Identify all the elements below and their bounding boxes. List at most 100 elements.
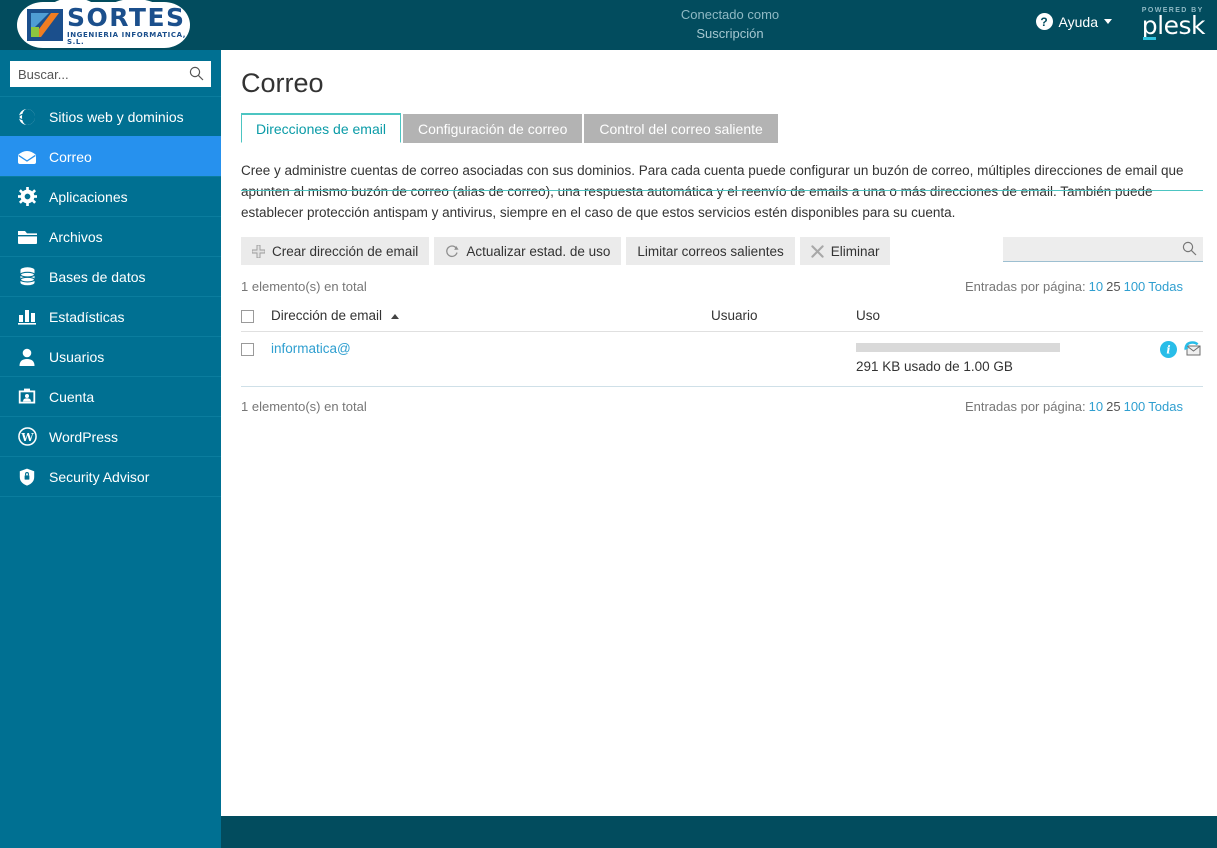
page-title: Correo [241,68,324,98]
button-label: Actualizar estad. de uso [466,243,611,259]
select-all-header [241,302,271,332]
total-count-label: 1 elemento(s) en total [241,279,367,294]
shield-icon [16,466,38,488]
row-usage-cell: 291 KB usado de 1.00 GB [856,331,1146,387]
sidebar-item-correo[interactable]: Correo [0,136,221,177]
page-description: Cree y administre cuentas de correo asoc… [241,163,1184,220]
tab-bar: Direcciones de email Configuración de co… [241,113,1217,143]
info-icon[interactable]: i [1160,341,1177,358]
per-page-10[interactable]: 10 [1089,399,1103,414]
refresh-icon [445,244,459,258]
sidebar-item-label: Usuarios [49,348,105,365]
sidebar-item-label: Correo [49,148,92,165]
help-menu[interactable]: ? Ayuda [1035,13,1112,30]
sidebar-item-label: Sitios web y dominios [49,108,184,125]
brand-name: SORTES [67,2,186,32]
action-toolbar: Crear dirección de email Actualizar esta… [241,237,1217,265]
column-label: Uso [856,308,881,323]
plesk-app-window: SORTES INGENIERIA INFORMATICA, S.L. Cone… [0,0,1217,848]
entries-per-page-top: Entradas por página: 10 25 100 Todas [965,279,1183,294]
tab-configuracion-de-correo[interactable]: Configuración de correo [402,114,583,143]
database-icon [16,266,38,288]
column-label: Usuario [711,308,758,323]
gear-icon [16,186,38,208]
main-content: Correo Direcciones de email Configuració… [221,50,1217,816]
envelope-icon [16,146,38,168]
tab-control-del-correo-saliente[interactable]: Control del correo saliente [584,114,778,143]
email-address-link[interactable]: informatica@ [271,341,351,356]
help-label: Ayuda [1058,13,1098,30]
help-question-icon: ? [1035,13,1053,30]
tab-label: Direcciones de email [256,120,386,137]
per-page-100[interactable]: 100 [1124,279,1146,294]
usage-text: 291 KB usado de 1.00 GB [856,359,1013,374]
per-page-100[interactable]: 100 [1124,399,1146,414]
row-address-cell: informatica@ [271,331,711,387]
sidebar-item-sitios-web-y-dominios[interactable]: Sitios web y dominios [0,96,221,137]
update-usage-stats-button[interactable]: Actualizar estad. de uso [434,237,622,265]
sidebar-item-security-advisor[interactable]: Security Advisor [0,456,221,497]
select-all-checkbox[interactable] [241,309,254,323]
column-header-user[interactable]: Usuario [711,302,856,332]
sort-asc-icon [390,313,399,319]
sidebar-item-label: Archivos [49,228,103,245]
connected-label: Conectado como [680,7,780,22]
button-label: Crear dirección de email [272,243,419,259]
sidebar-item-wordpress[interactable]: W WordPress [0,416,221,457]
table-row: informatica@ 291 KB usado de 1.00 GB i [241,331,1203,387]
plesk-wordmark: plesk [1141,11,1206,40]
search-input[interactable] [10,61,211,87]
plesk-logo[interactable]: POWERED BY plesk [1141,7,1206,40]
delete-button[interactable]: Eliminar [799,237,891,265]
webmail-icon[interactable] [1184,341,1203,358]
brand-subtitle: INGENIERIA INFORMATICA, S.L. [67,30,187,46]
row-select-cell [241,331,271,387]
sidebar-item-label: Estadísticas [49,308,125,325]
row-actions-cell: i [1146,331,1203,387]
connected-info: Conectado como Suscripción [640,5,820,43]
tab-direcciones-de-email[interactable]: Direcciones de email [241,113,401,143]
wordpress-icon: W [16,426,38,448]
per-page-todas[interactable]: Todas [1148,399,1183,414]
entries-per-page-bottom: Entradas por página: 10 25 100 Todas [965,399,1183,414]
bar-chart-icon [16,306,38,328]
sortes-logo-icon [27,9,63,41]
entries-per-page-label: Entradas por página: [964,399,1086,414]
per-page-25[interactable]: 25 [1106,399,1120,414]
user-icon [16,346,38,368]
tab-label: Configuración de correo [417,121,568,137]
list-meta-top: 1 elemento(s) en total Entradas por pági… [241,279,1183,294]
folder-icon [16,226,38,248]
sidebar-item-aplicaciones[interactable]: Aplicaciones [0,176,221,217]
list-meta-bottom: 1 elemento(s) en total Entradas por pági… [241,399,1183,414]
sidebar-item-label: Bases de datos [49,268,146,285]
sidebar-item-label: Cuenta [49,388,95,405]
create-email-address-button[interactable]: Crear dirección de email [241,237,430,265]
footer-bar [221,816,1217,848]
sidebar-search[interactable] [10,61,211,87]
column-header-usage[interactable]: Uso [856,302,1146,332]
sidebar: Sitios web y dominios Correo [0,50,221,848]
row-checkbox[interactable] [241,342,254,356]
table-search-box[interactable] [1003,237,1203,262]
sidebar-item-estadisticas[interactable]: Estadísticas [0,296,221,337]
brand-logo[interactable]: SORTES INGENIERIA INFORMATICA, S.L. [17,0,190,49]
remove-x-icon [811,244,824,258]
per-page-25[interactable]: 25 [1106,279,1120,294]
sidebar-item-bases-de-datos[interactable]: Bases de datos [0,256,221,297]
sidebar-nav: Sitios web y dominios Correo Aplicacione… [0,96,221,497]
plus-icon [252,244,265,258]
svg-text:W: W [20,431,34,444]
per-page-10[interactable]: 10 [1089,279,1103,294]
table-search-input[interactable] [1003,237,1203,261]
sidebar-item-label: WordPress [49,428,118,445]
sidebar-item-archivos[interactable]: Archivos [0,216,221,257]
sidebar-item-usuarios[interactable]: Usuarios [0,336,221,377]
sidebar-item-cuenta[interactable]: Cuenta [0,376,221,417]
column-header-address[interactable]: Dirección de email [271,302,711,332]
row-user-cell [711,331,856,387]
entries-per-page-label: Entradas por página: [964,279,1086,294]
per-page-todas[interactable]: Todas [1148,279,1183,294]
button-label: Eliminar [830,243,880,259]
limit-outgoing-mail-button[interactable]: Limitar correos salientes [626,237,795,265]
